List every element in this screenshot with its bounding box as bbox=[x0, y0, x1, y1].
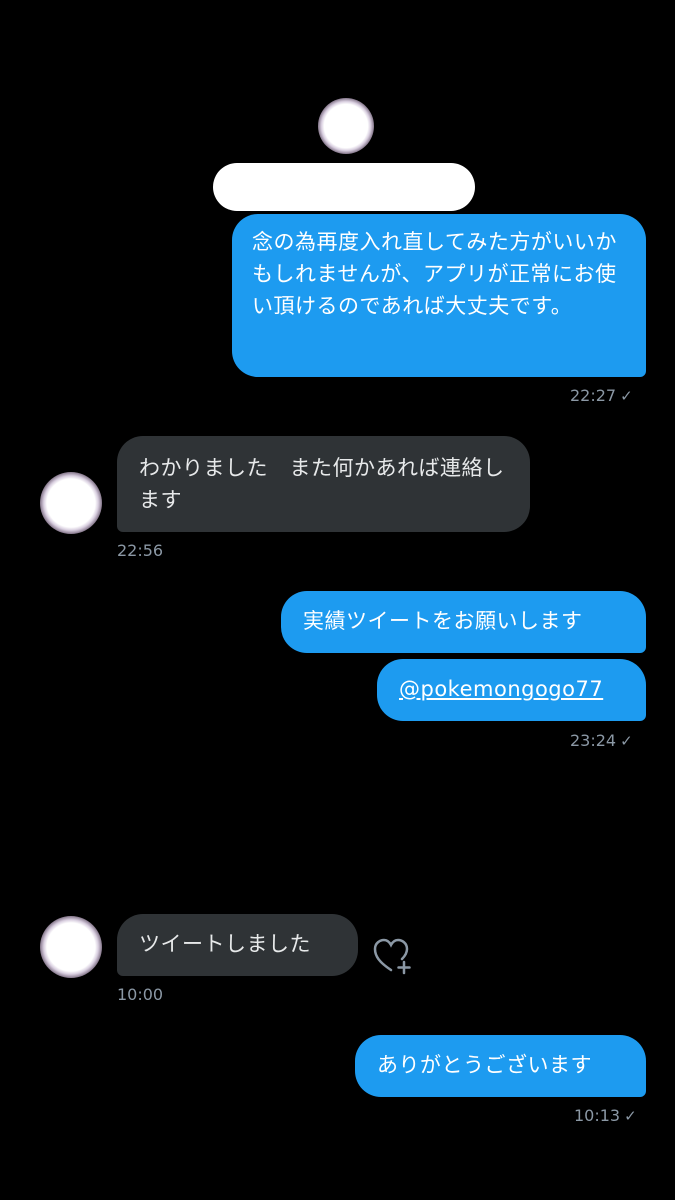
heart-plus-icon[interactable] bbox=[371, 936, 417, 976]
message-timestamp: 23:24 ✓ bbox=[570, 731, 633, 750]
timestamp-text: 23:24 bbox=[570, 731, 617, 750]
message-bubble-outgoing[interactable]: ありがとうございます bbox=[355, 1035, 646, 1097]
mention-link[interactable]: @pokemongogo77 bbox=[399, 677, 603, 701]
message-bubble-incoming[interactable]: ツイートしました bbox=[117, 914, 358, 976]
partner-avatar-top[interactable] bbox=[318, 98, 374, 154]
message-bubble-incoming[interactable]: わかりました また何かあれば連絡します bbox=[117, 436, 530, 532]
mention-link-bubble[interactable]: @pokemongogo77 bbox=[377, 659, 646, 721]
checkmark-icon: ✓ bbox=[624, 1107, 637, 1125]
timestamp-text: 10:13 bbox=[574, 1106, 621, 1125]
redacted-name-bar bbox=[213, 163, 475, 211]
partner-avatar[interactable] bbox=[40, 472, 102, 534]
message-timestamp: 10:00 bbox=[117, 985, 163, 1004]
checkmark-icon: ✓ bbox=[620, 387, 633, 405]
timestamp-text: 10:00 bbox=[117, 985, 164, 1004]
partner-avatar[interactable] bbox=[40, 916, 102, 978]
checkmark-icon: ✓ bbox=[620, 732, 633, 750]
message-timestamp: 10:13 ✓ bbox=[574, 1106, 637, 1125]
message-timestamp: 22:56 bbox=[117, 541, 163, 560]
message-bubble-outgoing[interactable]: 念の為再度入れ直してみた方がいいかもしれませんが、アプリが正常にお使い頂けるので… bbox=[232, 214, 646, 377]
timestamp-text: 22:56 bbox=[117, 541, 164, 560]
timestamp-text: 22:27 bbox=[570, 386, 617, 405]
message-timestamp: 22:27 ✓ bbox=[570, 386, 633, 405]
message-bubble-outgoing[interactable]: 実績ツイートをお願いします bbox=[281, 591, 646, 653]
